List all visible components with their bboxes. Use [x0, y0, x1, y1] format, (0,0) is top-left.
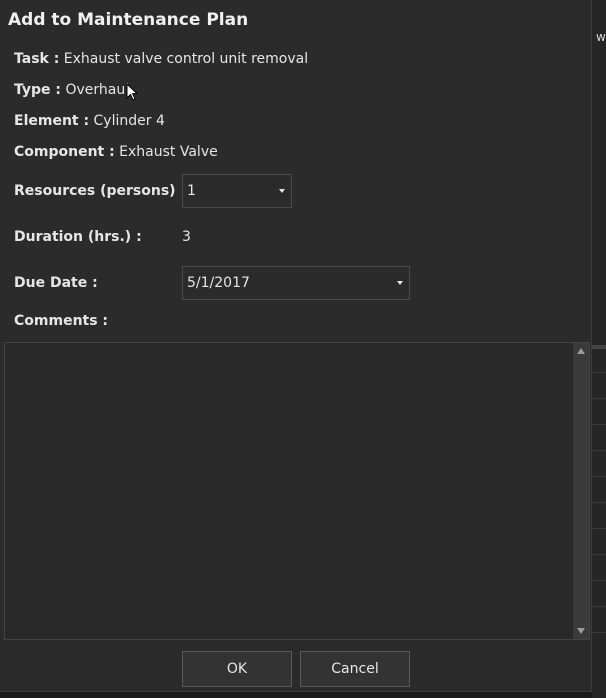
background-divider	[592, 345, 606, 349]
type-label: Type :	[14, 82, 62, 98]
comments-scrollbar[interactable]	[573, 343, 589, 639]
element-row: Element : Cylinder 4	[14, 113, 165, 129]
background-text: w	[596, 30, 606, 44]
due-date-value: 5/1/2017	[187, 275, 250, 291]
comments-label: Comments :	[14, 313, 109, 329]
add-to-maintenance-plan-dialog: Add to Maintenance Plan Task : Exhaust v…	[0, 0, 592, 692]
background-divider	[592, 606, 606, 607]
background-window: w	[592, 0, 606, 698]
scroll-up-arrow-icon[interactable]	[577, 348, 585, 354]
background-divider	[592, 424, 606, 425]
resources-label: Resources (persons) :	[14, 183, 187, 199]
background-divider	[592, 450, 606, 451]
background-divider	[592, 502, 606, 503]
background-divider	[592, 554, 606, 555]
scroll-down-arrow-icon[interactable]	[577, 628, 585, 634]
cancel-button[interactable]: Cancel	[300, 651, 410, 687]
dialog-title: Add to Maintenance Plan	[8, 10, 249, 30]
ok-button[interactable]: OK	[182, 651, 292, 687]
type-row: Type : Overhaul	[14, 82, 129, 98]
element-value: Cylinder 4	[93, 113, 165, 129]
comments-textarea[interactable]	[4, 342, 590, 640]
background-divider	[592, 476, 606, 477]
background-divider	[592, 398, 606, 399]
type-value: Overhaul	[65, 82, 130, 98]
component-label: Component :	[14, 144, 115, 160]
due-date-picker[interactable]: 5/1/2017	[182, 266, 410, 300]
mouse-pointer-icon	[126, 83, 138, 101]
component-row: Component : Exhaust Valve	[14, 144, 218, 160]
task-row: Task : Exhaust valve control unit remova…	[14, 51, 308, 67]
background-divider	[592, 528, 606, 529]
task-value: Exhaust valve control unit removal	[63, 51, 309, 67]
background-divider	[592, 632, 606, 633]
caret-down-icon	[279, 189, 285, 193]
resources-dropdown[interactable]: 1	[182, 174, 292, 208]
task-label: Task :	[14, 51, 60, 67]
due-date-label: Due Date :	[14, 275, 98, 291]
background-divider	[592, 580, 606, 581]
element-label: Element :	[14, 113, 90, 129]
resources-value: 1	[187, 183, 196, 199]
background-divider	[592, 372, 606, 373]
duration-label: Duration (hrs.) :	[14, 229, 142, 245]
duration-value: 3	[182, 229, 191, 245]
component-value: Exhaust Valve	[119, 144, 218, 160]
caret-down-icon	[397, 281, 403, 285]
